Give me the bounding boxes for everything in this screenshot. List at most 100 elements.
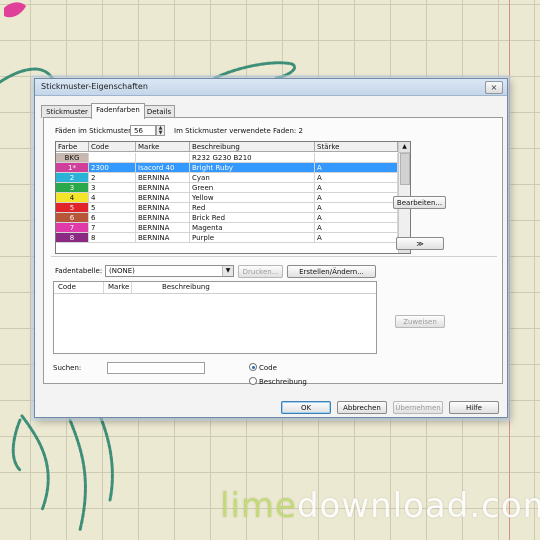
search-input[interactable] bbox=[107, 362, 205, 374]
apply-button[interactable]: Übernehmen bbox=[393, 401, 443, 414]
cancel-button[interactable]: Abbrechen bbox=[337, 401, 387, 414]
table-row[interactable]: 1* 2300 Isacord 40 Bright Ruby A bbox=[56, 163, 398, 173]
help-button[interactable]: Hilfe bbox=[449, 401, 499, 414]
stepper-down-icon[interactable]: ▼ bbox=[157, 131, 164, 136]
row-code: 8 bbox=[89, 233, 136, 243]
threads-count-label: Fäden im Stickmuster: bbox=[55, 127, 134, 135]
thread-color-table: Farbe Code Marke Beschreibung Stärke BKG… bbox=[55, 141, 411, 254]
col2-code[interactable]: Code bbox=[54, 282, 104, 293]
chevron-down-icon[interactable]: ▼ bbox=[222, 266, 233, 276]
row-color-swatch: 7 bbox=[56, 223, 89, 233]
row-color-swatch: 1* bbox=[56, 163, 89, 173]
dialog-title: Stickmuster-Eigenschaften bbox=[41, 82, 148, 91]
radio-code-label: Code bbox=[259, 364, 277, 372]
used-threads-label: Im Stickmuster verwendete Faden: 2 bbox=[174, 127, 303, 135]
row-color-swatch: BKG bbox=[56, 153, 89, 163]
table-row[interactable]: BKG R232 G230 B210 bbox=[56, 153, 398, 163]
col2-beschreibung[interactable]: Beschreibung bbox=[158, 282, 238, 293]
col-marke[interactable]: Marke bbox=[136, 142, 190, 152]
separator bbox=[51, 256, 497, 257]
row-code: 2 bbox=[89, 173, 136, 183]
table-row[interactable]: 2 2 BERNINA Cyan A bbox=[56, 173, 398, 183]
row-marke: BERNINA bbox=[136, 203, 190, 213]
table-row[interactable]: 8 8 BERNINA Purple A bbox=[56, 233, 398, 243]
row-beschreibung: Cyan bbox=[190, 173, 315, 183]
radio-beschreibung-label: Beschreibung bbox=[259, 378, 307, 386]
col-beschreibung[interactable]: Beschreibung bbox=[190, 142, 315, 152]
row-color-swatch: 4 bbox=[56, 193, 89, 203]
col-farbe[interactable]: Farbe bbox=[56, 142, 89, 152]
table-row[interactable]: 3 3 BERNINA Green A bbox=[56, 183, 398, 193]
tab-fadenfarben[interactable]: Fadenfarben bbox=[91, 103, 145, 119]
table-row[interactable]: 4 4 BERNINA Yellow A bbox=[56, 193, 398, 203]
row-staerke: A bbox=[315, 233, 398, 243]
col2-marke[interactable]: Marke bbox=[104, 282, 132, 293]
row-marke: BERNINA bbox=[136, 173, 190, 183]
row-staerke: A bbox=[315, 163, 398, 173]
ok-button[interactable]: OK bbox=[281, 401, 331, 414]
title-bar: Stickmuster-Eigenschaften × bbox=[35, 79, 507, 96]
row-color-swatch: 2 bbox=[56, 173, 89, 183]
row-staerke: A bbox=[315, 193, 398, 203]
table-row[interactable]: 5 5 BERNINA Red A bbox=[56, 203, 398, 213]
row-code: 3 bbox=[89, 183, 136, 193]
row-beschreibung: Red bbox=[190, 203, 315, 213]
row-color-swatch: 8 bbox=[56, 233, 89, 243]
row-marke bbox=[136, 153, 190, 163]
row-marke: BERNINA bbox=[136, 223, 190, 233]
row-code: 2300 bbox=[89, 163, 136, 173]
threads-count-input[interactable]: 56 bbox=[130, 125, 156, 136]
row-color-swatch: 6 bbox=[56, 213, 89, 223]
threadtable-value: (NONE) bbox=[109, 267, 135, 275]
row-beschreibung: Bright Ruby bbox=[190, 163, 315, 173]
radio-code[interactable] bbox=[249, 363, 257, 371]
radio-beschreibung[interactable] bbox=[249, 377, 257, 385]
watermark-domain: download.com bbox=[296, 486, 540, 526]
row-beschreibung: Green bbox=[190, 183, 315, 193]
row-code: 4 bbox=[89, 193, 136, 203]
row-code bbox=[89, 153, 136, 163]
threadtable-select[interactable]: (NONE) ▼ bbox=[105, 265, 234, 277]
row-beschreibung: Purple bbox=[190, 233, 315, 243]
print-button[interactable]: Drucken... bbox=[238, 265, 283, 278]
table-header: Farbe Code Marke Beschreibung Stärke bbox=[56, 142, 398, 152]
scroll-thumb[interactable] bbox=[400, 153, 410, 185]
close-button[interactable]: × bbox=[485, 81, 503, 94]
row-beschreibung: Magenta bbox=[190, 223, 315, 233]
watermark-lime: lime bbox=[220, 486, 297, 526]
row-beschreibung: R232 G230 B210 bbox=[190, 153, 315, 163]
edit-button[interactable]: Bearbeiten... bbox=[393, 196, 446, 209]
threadtable-label: Fadentabelle: bbox=[55, 267, 103, 275]
thread-table-header: Code Marke Beschreibung bbox=[54, 282, 376, 294]
row-code: 5 bbox=[89, 203, 136, 213]
create-edit-button[interactable]: Erstellen/Ändern... bbox=[287, 265, 376, 278]
row-marke: BERNINA bbox=[136, 213, 190, 223]
scroll-up-icon[interactable]: ▲ bbox=[399, 142, 410, 153]
table-row[interactable]: 6 6 BERNINA Brick Red A bbox=[56, 213, 398, 223]
thread-table-list: Code Marke Beschreibung bbox=[53, 281, 377, 354]
col-code[interactable]: Code bbox=[89, 142, 136, 152]
col-staerke[interactable]: Stärke bbox=[315, 142, 398, 152]
row-marke: BERNINA bbox=[136, 183, 190, 193]
expand-button[interactable]: ≫ bbox=[396, 237, 444, 250]
row-marke: Isacord 40 bbox=[136, 163, 190, 173]
properties-dialog: Stickmuster-Eigenschaften × Stickmuster … bbox=[34, 78, 508, 418]
assign-button[interactable]: Zuweisen bbox=[395, 315, 445, 328]
row-staerke: A bbox=[315, 213, 398, 223]
row-color-swatch: 5 bbox=[56, 203, 89, 213]
table-row[interactable]: 7 7 BERNINA Magenta A bbox=[56, 223, 398, 233]
row-marke: BERNINA bbox=[136, 193, 190, 203]
row-code: 6 bbox=[89, 213, 136, 223]
row-beschreibung: Yellow bbox=[190, 193, 315, 203]
row-staerke: A bbox=[315, 183, 398, 193]
watermark: limedownload.com bbox=[220, 486, 540, 526]
row-staerke: A bbox=[315, 223, 398, 233]
row-staerke: A bbox=[315, 173, 398, 183]
row-staerke bbox=[315, 153, 398, 163]
search-label: Suchen: bbox=[53, 364, 82, 372]
row-staerke: A bbox=[315, 203, 398, 213]
row-beschreibung: Brick Red bbox=[190, 213, 315, 223]
row-marke: BERNINA bbox=[136, 233, 190, 243]
row-code: 7 bbox=[89, 223, 136, 233]
threads-count-stepper[interactable]: ▲ ▼ bbox=[156, 125, 165, 136]
